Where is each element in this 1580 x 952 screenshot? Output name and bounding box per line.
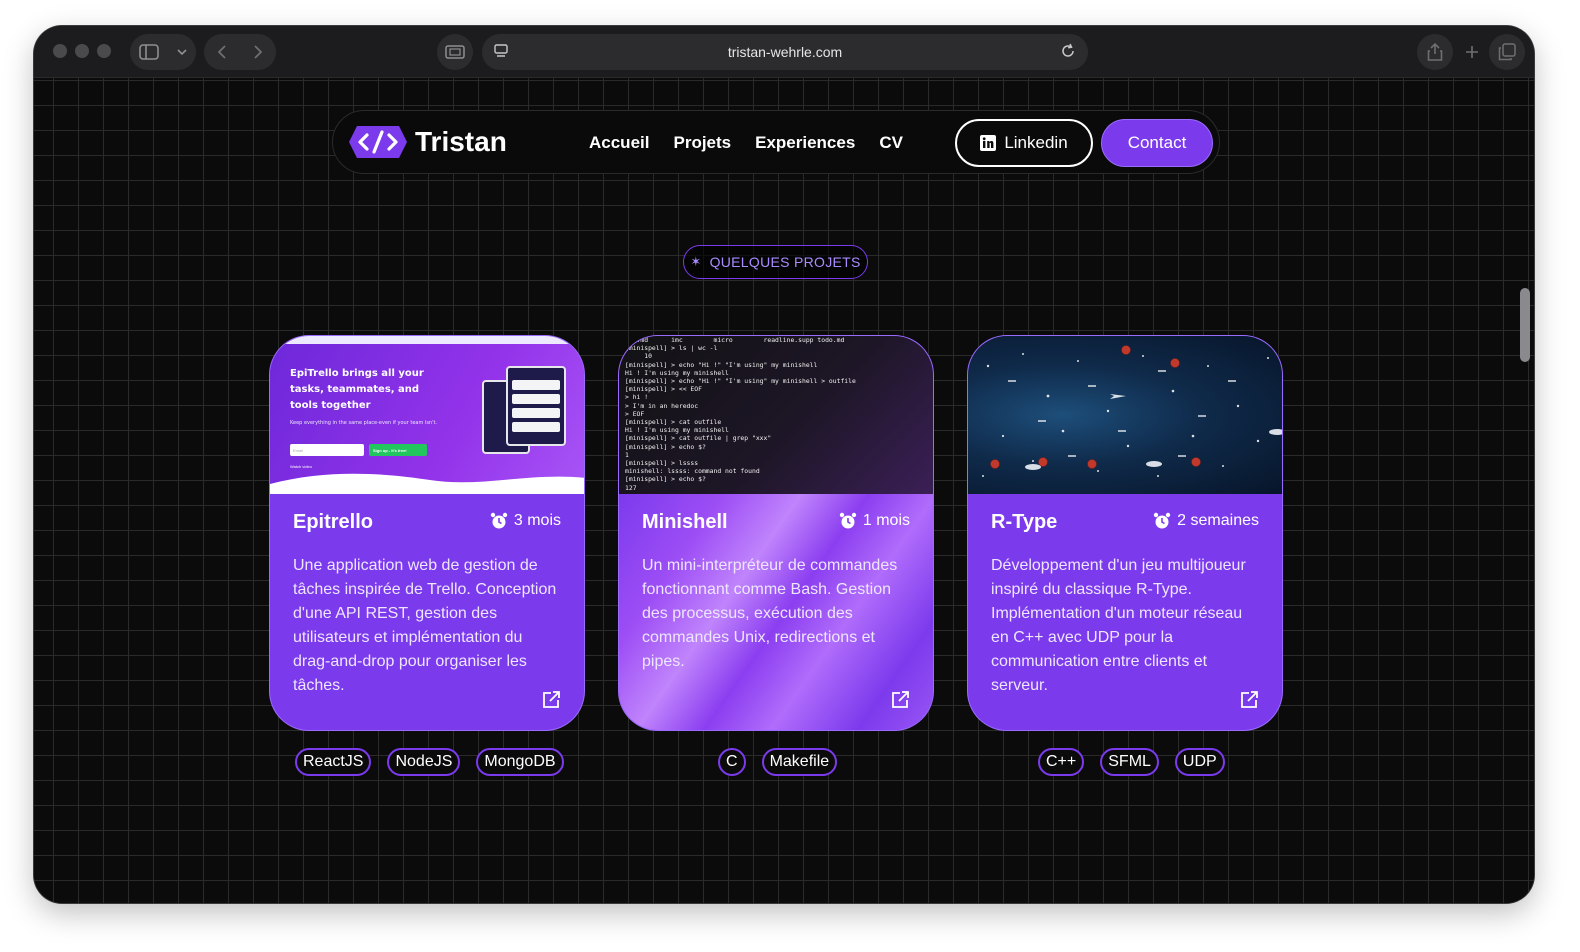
project-card-body: R-Type 2 semaines Développement d'un jeu…	[968, 494, 1282, 730]
share-button[interactable]	[1417, 34, 1453, 70]
tab-overview-button[interactable]	[1489, 34, 1525, 70]
tag-cpp: C++	[1038, 748, 1085, 776]
terminal-output: .md imc micro readline.supp todo.md [min…	[625, 336, 856, 492]
share-icon	[1427, 43, 1443, 61]
alarm-clock-icon	[839, 512, 857, 529]
alarm-clock-icon	[1153, 512, 1171, 529]
preview-board-mockup	[506, 366, 566, 446]
project-preview-rtype	[968, 336, 1282, 494]
external-link-icon[interactable]	[890, 690, 910, 710]
project-card-rtype[interactable]: R-Type 2 semaines Développement d'un jeu…	[967, 335, 1283, 731]
page-scrollbar[interactable]	[1520, 288, 1530, 362]
contact-label: Contact	[1127, 133, 1187, 152]
project-description: Un mini-interpréteur de commandes foncti…	[642, 557, 898, 670]
logo-text: Tristan	[415, 126, 507, 157]
project-preview-epitrello: EpiTrello brings all your tasks, teammat…	[270, 336, 584, 494]
section-badge: ✶ QUELQUES PROJETS	[683, 245, 868, 279]
screen-icon	[445, 45, 465, 59]
forward-arrow-icon[interactable]	[253, 44, 263, 60]
zoom-window-button[interactable]	[97, 44, 111, 58]
contact-button[interactable]: Contact	[1101, 119, 1213, 167]
tag-c: C	[718, 748, 746, 776]
preview-subline: Keep everything in the same place-even i…	[290, 420, 438, 426]
new-tab-button[interactable]	[1454, 34, 1490, 70]
browser-toolbar: tristan-wehrle.com	[34, 26, 1534, 78]
tag-udp: UDP	[1174, 748, 1225, 776]
preview-email-field: Email	[290, 444, 364, 456]
plus-icon	[1466, 46, 1478, 58]
tag-makefile: Makefile	[761, 748, 838, 776]
site-navbar: Tristan Accueil Projets Experiences CV L…	[332, 110, 1220, 174]
reader-mode-button[interactable]	[437, 34, 473, 70]
project-description: Une application web de gestion de tâches…	[293, 557, 557, 694]
linkedin-button[interactable]: Linkedin	[955, 119, 1093, 167]
project-duration: 3 mois	[490, 512, 561, 530]
project-card-body: Minishell 1 mois Un mini-interpréteur de…	[619, 494, 933, 730]
back-arrow-icon[interactable]	[217, 44, 227, 60]
page-menu-icon[interactable]	[494, 44, 508, 58]
tabs-icon	[1498, 43, 1516, 61]
project-duration-text: 2 semaines	[1177, 512, 1259, 529]
project-duration: 1 mois	[839, 512, 910, 530]
project-card-minishell[interactable]: .md imc micro readline.supp todo.md [min…	[618, 335, 934, 731]
tags-minishell: C Makefile	[718, 748, 838, 776]
nav-link-experiences[interactable]: Experiences	[755, 133, 855, 153]
chevron-down-icon	[177, 49, 187, 56]
address-bar[interactable]: tristan-wehrle.com	[482, 34, 1088, 70]
nav-link-cv[interactable]: CV	[879, 133, 903, 153]
preview-wave	[270, 473, 584, 494]
tags-epitrello: ReactJS NodeJS MongoDB	[295, 748, 564, 776]
project-card-epitrello[interactable]: EpiTrello brings all your tasks, teammat…	[269, 335, 585, 731]
site-logo[interactable]: Tristan	[349, 126, 507, 158]
project-duration: 2 semaines	[1153, 512, 1259, 530]
sidebar-toggle-button[interactable]	[130, 34, 196, 70]
preview-signup-button: Sign up - it's free!	[369, 444, 427, 456]
history-nav	[204, 34, 276, 70]
browser-window: tristan-wehrle.com Tristan Accueil Proje…	[34, 26, 1534, 903]
page-content: Tristan Accueil Projets Experiences CV L…	[34, 78, 1534, 903]
linkedin-label: Linkedin	[1004, 133, 1068, 152]
reload-icon[interactable]	[1060, 43, 1076, 59]
nav-link-projets[interactable]: Projets	[673, 133, 731, 153]
project-description: Développement d'un jeu multijoueur inspi…	[991, 557, 1246, 694]
alarm-clock-icon	[490, 512, 508, 529]
preview-headline: EpiTrello brings all your tasks, teammat…	[290, 368, 424, 411]
linkedin-icon	[980, 135, 997, 151]
project-card-body: Epitrello 3 mois Une application web de …	[270, 494, 584, 730]
tag-nodejs: NodeJS	[387, 748, 461, 776]
code-icon	[349, 126, 407, 158]
external-link-icon[interactable]	[1239, 690, 1259, 710]
minimize-window-button[interactable]	[75, 44, 89, 58]
project-duration-text: 1 mois	[862, 512, 910, 529]
tag-reactjs: ReactJS	[295, 748, 372, 776]
project-title: Epitrello	[293, 511, 374, 533]
project-duration-text: 3 mois	[513, 512, 561, 529]
nav-links: Accueil Projets Experiences CV	[589, 133, 903, 153]
sparkle-icon: ✶	[690, 254, 702, 269]
sidebar-icon	[139, 44, 159, 60]
tags-rtype: C++ SFML UDP	[1038, 748, 1225, 776]
section-badge-label: QUELQUES PROJETS	[709, 254, 861, 270]
game-screenshot	[982, 345, 1282, 477]
project-title: R-Type	[991, 511, 1058, 533]
tag-mongodb: MongoDB	[476, 748, 564, 776]
nav-link-accueil[interactable]: Accueil	[589, 133, 649, 153]
external-link-icon[interactable]	[541, 690, 561, 710]
url-text: tristan-wehrle.com	[727, 44, 843, 60]
tag-sfml: SFML	[1100, 748, 1159, 776]
project-preview-minishell: .md imc micro readline.supp todo.md [min…	[619, 336, 933, 494]
close-window-button[interactable]	[53, 44, 67, 58]
project-title: Minishell	[642, 511, 728, 533]
